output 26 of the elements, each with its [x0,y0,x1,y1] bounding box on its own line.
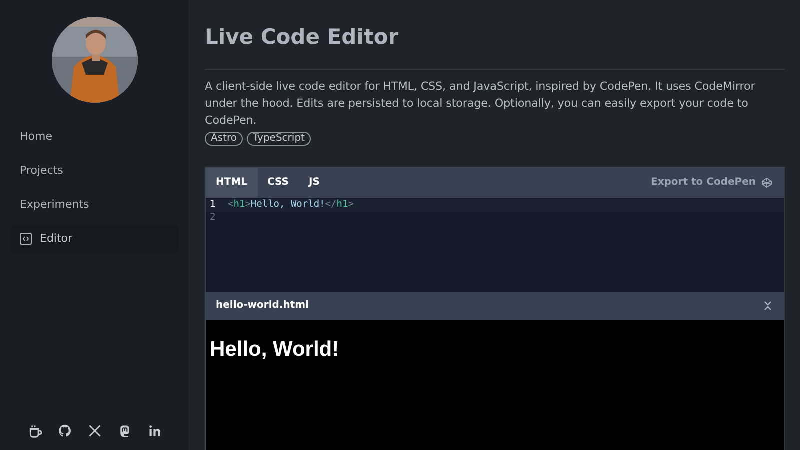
codepen-icon [762,178,772,188]
code-line: <h1>Hello, World!</h1> [228,198,354,212]
nav-item[interactable]: Editor [10,225,179,253]
linkedin-icon[interactable] [148,424,162,438]
nav-item[interactable]: Home [10,123,179,151]
export-button[interactable]: Export to CodePen [650,168,784,198]
tab[interactable]: CSS [258,168,299,198]
x-icon[interactable] [88,424,102,438]
mug-icon[interactable] [28,424,42,438]
file-name: hello-world.html [216,299,309,313]
collapse-button[interactable] [762,298,774,312]
github-icon[interactable] [58,424,72,438]
collapse-icon [764,300,772,310]
nav-item[interactable]: Experiments [10,191,179,219]
nav-item[interactable]: Projects [10,157,179,185]
page-title: Live Code Editor [205,24,400,51]
tag: TypeScript [246,132,311,146]
tab[interactable]: JS [299,168,330,198]
mastodon-icon[interactable] [118,424,132,438]
tag: Astro [205,132,243,146]
preview-heading: Hello, World! [210,336,340,362]
line-number: 1 [209,198,217,212]
line-number: 2 [209,210,217,225]
code-icon [20,233,32,245]
description: A client-side live code editor for HTML, CSS, and JavaScript, inspired by CodePen. It uses CodeMirror under the hood. Edits are persisted to local storage. Optionally, you can easily export your code to CodePen. [205,78,756,128]
tab[interactable]: HTML [206,168,258,198]
